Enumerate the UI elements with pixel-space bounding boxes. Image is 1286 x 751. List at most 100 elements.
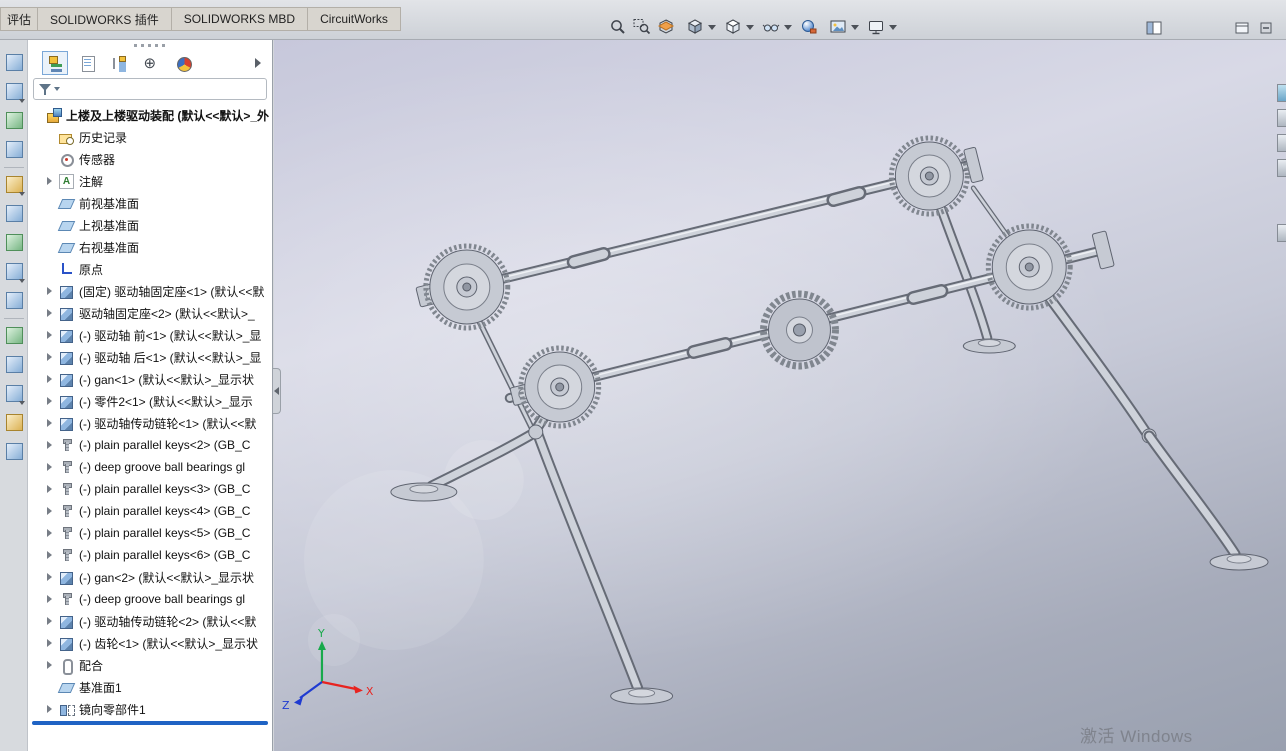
ribbon-pin-icon[interactable] bbox=[1254, 16, 1278, 40]
left-tool-icon[interactable] bbox=[3, 411, 25, 435]
tree-item[interactable]: 镜向零部件1 bbox=[28, 698, 272, 720]
edit-appearance-icon[interactable] bbox=[797, 15, 821, 39]
panel-flyout-arrow-icon[interactable] bbox=[250, 52, 266, 74]
tab-configurationmanager[interactable] bbox=[106, 51, 132, 75]
tree-item[interactable]: (-) deep groove ball bearings gl bbox=[28, 456, 272, 478]
expand-arrow-icon[interactable] bbox=[47, 397, 59, 405]
left-tool-icon[interactable] bbox=[3, 80, 25, 104]
tree-item[interactable]: (-) plain parallel keys<2> (GB_C bbox=[28, 434, 272, 456]
left-tool-icon[interactable] bbox=[3, 324, 25, 348]
expand-arrow-icon[interactable] bbox=[47, 309, 59, 317]
rollback-bar[interactable] bbox=[32, 721, 268, 725]
tree-item[interactable]: (-) plain parallel keys<4> (GB_C bbox=[28, 500, 272, 522]
tree-item[interactable]: (-) 驱动轴 前<1> (默认<<默认>_显 bbox=[28, 324, 272, 346]
viewport-layout-icon[interactable] bbox=[1230, 16, 1254, 40]
tree-item[interactable]: (-) 驱动轴传动链轮<1> (默认<<默 bbox=[28, 412, 272, 434]
left-tool-icon[interactable] bbox=[3, 202, 25, 226]
left-tool-icon[interactable] bbox=[3, 138, 25, 162]
filter-dropdown-icon[interactable] bbox=[54, 87, 60, 91]
section-view-icon[interactable] bbox=[654, 15, 678, 39]
task-pane-tab-icon[interactable] bbox=[1277, 109, 1286, 127]
tab-circuitworks[interactable]: CircuitWorks bbox=[308, 7, 401, 31]
tree-item[interactable]: 传感器 bbox=[28, 148, 272, 170]
tree-item[interactable]: (-) 零件2<1> (默认<<默认>_显示 bbox=[28, 390, 272, 412]
tree-item[interactable]: 上视基准面 bbox=[28, 214, 272, 236]
expand-arrow-icon[interactable] bbox=[47, 705, 59, 713]
sprocket-front-right[interactable] bbox=[985, 223, 1073, 311]
tree-item[interactable]: (-) plain parallel keys<5> (GB_C bbox=[28, 522, 272, 544]
tree-item[interactable]: (固定) 驱动轴固定座<1> (默认<<默 bbox=[28, 280, 272, 302]
gear[interactable] bbox=[760, 290, 839, 370]
support-legs[interactable] bbox=[390, 185, 1269, 705]
tree-item[interactable]: (-) deep groove ball bearings gl bbox=[28, 588, 272, 610]
tab-dimxpertmanager[interactable] bbox=[138, 51, 164, 75]
tab-solidworks-addins[interactable]: SOLIDWORKS 插件 bbox=[38, 7, 172, 31]
tree-item[interactable]: 原点 bbox=[28, 258, 272, 280]
left-tool-icon[interactable] bbox=[3, 173, 25, 197]
tree-item[interactable]: (-) gan<1> (默认<<默认>_显示状 bbox=[28, 368, 272, 390]
view-orientation-dropdown-icon[interactable] bbox=[708, 24, 716, 30]
expand-arrow-icon[interactable] bbox=[47, 573, 59, 581]
tree-filter-box[interactable] bbox=[33, 78, 267, 100]
expand-arrow-icon[interactable] bbox=[47, 617, 59, 625]
expand-arrow-icon[interactable] bbox=[47, 595, 59, 603]
graphics-area[interactable]: Y X Z 激活 Windows bbox=[274, 40, 1286, 751]
tree-item[interactable]: 右视基准面 bbox=[28, 236, 272, 258]
expand-arrow-icon[interactable] bbox=[47, 507, 59, 515]
apply-scene-icon[interactable] bbox=[826, 15, 850, 39]
apply-scene-dropdown-icon[interactable] bbox=[851, 24, 859, 30]
view-settings-dropdown-icon[interactable] bbox=[889, 24, 897, 30]
expand-arrow-icon[interactable] bbox=[47, 551, 59, 559]
left-tool-icon[interactable] bbox=[3, 382, 25, 406]
expand-arrow-icon[interactable] bbox=[47, 529, 59, 537]
expand-arrow-icon[interactable] bbox=[47, 177, 59, 185]
task-pane-tab-icon[interactable] bbox=[1277, 134, 1286, 152]
tab-solidworks-mbd[interactable]: SOLIDWORKS MBD bbox=[171, 7, 309, 31]
task-pane-tab-icon[interactable] bbox=[1277, 159, 1286, 177]
tree-item[interactable]: 历史记录 bbox=[28, 126, 272, 148]
panel-splitter-grip[interactable] bbox=[28, 40, 272, 50]
tree-item[interactable]: (-) gan<2> (默认<<默认>_显示状 bbox=[28, 566, 272, 588]
tree-item[interactable]: 前视基准面 bbox=[28, 192, 272, 214]
panel-collapse-handle[interactable] bbox=[273, 368, 281, 414]
zoom-fit-icon[interactable] bbox=[606, 15, 630, 39]
hide-show-items-icon[interactable] bbox=[759, 15, 783, 39]
sprocket-rear-left[interactable] bbox=[423, 243, 511, 331]
featuremanager-collapse-icon[interactable] bbox=[1142, 16, 1166, 40]
sprocket-front-left[interactable] bbox=[518, 345, 602, 429]
tab-featuremanager[interactable] bbox=[42, 51, 68, 75]
sprocket-rear-right[interactable] bbox=[888, 135, 970, 217]
expand-arrow-icon[interactable] bbox=[47, 661, 59, 669]
left-tool-icon[interactable] bbox=[3, 260, 25, 284]
tab-propertymanager[interactable] bbox=[74, 51, 100, 75]
tree-item[interactable]: 基准面1 bbox=[28, 676, 272, 698]
tab-evaluate[interactable]: 评估 bbox=[0, 7, 39, 31]
cad-model[interactable]: Y X Z bbox=[274, 40, 1286, 751]
expand-arrow-icon[interactable] bbox=[47, 639, 59, 647]
view-settings-icon[interactable] bbox=[864, 15, 888, 39]
left-tool-icon[interactable] bbox=[3, 231, 25, 255]
expand-arrow-icon[interactable] bbox=[47, 353, 59, 361]
left-tool-icon[interactable] bbox=[3, 109, 25, 133]
tree-item[interactable]: (-) 驱动轴 后<1> (默认<<默认>_显 bbox=[28, 346, 272, 368]
tree-item[interactable]: 驱动轴固定座<2> (默认<<默认>_ bbox=[28, 302, 272, 324]
tree-item[interactable]: (-) plain parallel keys<3> (GB_C bbox=[28, 478, 272, 500]
task-pane-tab-icon[interactable] bbox=[1277, 224, 1286, 242]
left-tool-icon[interactable] bbox=[3, 440, 25, 464]
tree-item[interactable]: 上楼及上楼驱动装配 (默认<<默认>_外 bbox=[28, 104, 272, 126]
tree-item[interactable]: (-) plain parallel keys<6> (GB_C bbox=[28, 544, 272, 566]
task-pane-tab-icon[interactable] bbox=[1277, 84, 1286, 102]
expand-arrow-icon[interactable] bbox=[47, 463, 59, 471]
left-tool-icon[interactable] bbox=[3, 353, 25, 377]
tree-item[interactable]: 注解 bbox=[28, 170, 272, 192]
view-orientation-icon[interactable] bbox=[683, 15, 707, 39]
hide-show-items-dropdown-icon[interactable] bbox=[784, 24, 792, 30]
tree-item[interactable]: (-) 驱动轴传动链轮<2> (默认<<默 bbox=[28, 610, 272, 632]
expand-arrow-icon[interactable] bbox=[47, 375, 59, 383]
tree-item[interactable]: 配合 bbox=[28, 654, 272, 676]
tree-item[interactable]: (-) 齿轮<1> (默认<<默认>_显示状 bbox=[28, 632, 272, 654]
expand-arrow-icon[interactable] bbox=[47, 441, 59, 449]
expand-arrow-icon[interactable] bbox=[47, 485, 59, 493]
left-tool-icon[interactable] bbox=[3, 51, 25, 75]
expand-arrow-icon[interactable] bbox=[47, 331, 59, 339]
